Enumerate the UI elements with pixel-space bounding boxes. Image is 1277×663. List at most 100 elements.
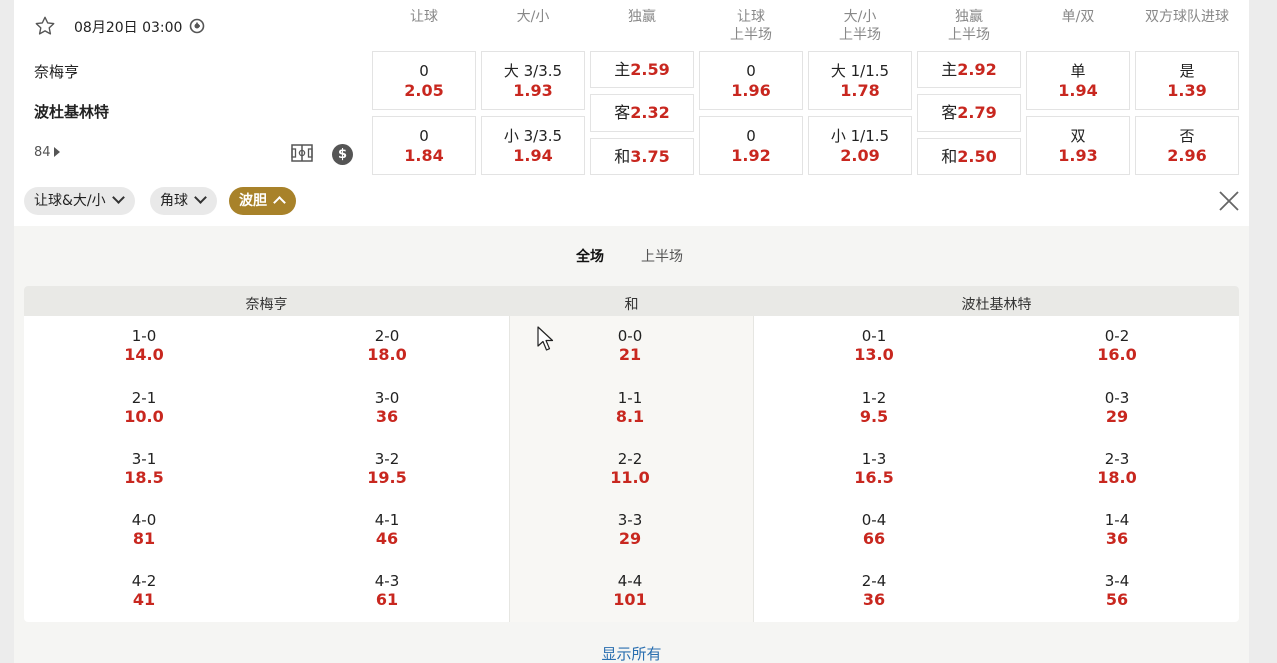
odds-line: 大 1/1.5	[830, 62, 890, 80]
odds-label: 否	[1179, 127, 1195, 145]
score-cell-home[interactable]: 3-1 18.5	[84, 450, 204, 488]
score-cell-away[interactable]: 0-1 13.0	[814, 327, 934, 365]
score-cell-home[interactable]: 4-1 46	[327, 511, 447, 549]
odds-cell-even[interactable]: 双 1.93	[1026, 116, 1130, 175]
odds-cell-win-1h-home[interactable]: 主2.92	[917, 51, 1021, 88]
match-header: 08月20日 03:00 奈梅亨 波杜基林特 84 $ 让球 大/小 独赢 让球…	[14, 0, 1249, 226]
odds-cell-win-draw[interactable]: 和3.75	[590, 138, 694, 175]
odds-value: 2.79	[957, 103, 997, 122]
score-odds: 81	[132, 529, 156, 548]
odds-cell-handicap-1h-home[interactable]: 0 1.96	[699, 51, 803, 110]
market-header-handicap-1h: 让球 上半场	[699, 8, 803, 44]
score-cell-draw[interactable]: 1-1 8.1	[570, 389, 690, 427]
odds-line: 大 3/3.5	[503, 62, 563, 80]
odds-cell-under[interactable]: 小 3/3.5 1.94	[481, 116, 585, 175]
score-label: 3-1	[131, 450, 157, 468]
match-card: 08月20日 03:00 奈梅亨 波杜基林特 84 $ 让球 大/小 独赢 让球…	[14, 0, 1249, 663]
score-odds: 16.5	[854, 468, 894, 487]
odds-cell-handicap-home[interactable]: 0 2.05	[372, 51, 476, 110]
match-datetime: 08月20日 03:00	[74, 20, 183, 36]
score-label: 3-2	[374, 450, 400, 468]
score-odds: 36	[375, 407, 399, 426]
chevron-down-icon	[194, 191, 207, 204]
tab-full-time[interactable]: 全场	[576, 246, 604, 266]
market-header-over-under-1h: 大/小 上半场	[808, 8, 912, 44]
odds-line: 0	[419, 127, 429, 145]
score-cell-home[interactable]: 3-0 36	[327, 389, 447, 427]
close-icon[interactable]	[1218, 190, 1240, 212]
score-label: 2-0	[374, 327, 400, 345]
odds-cell-win-away[interactable]: 客2.32	[590, 94, 694, 132]
show-all-link[interactable]: 显示所有	[14, 643, 1249, 663]
odds-line: 0	[419, 62, 429, 80]
score-cell-home[interactable]: 4-3 61	[327, 572, 447, 610]
score-label: 4-4	[617, 572, 643, 590]
score-cell-draw[interactable]: 4-4 101	[570, 572, 690, 610]
score-odds: 10.0	[124, 407, 164, 426]
score-cell-home[interactable]: 3-2 19.5	[327, 450, 447, 488]
score-cell-home[interactable]: 2-0 18.0	[327, 327, 447, 365]
header-label: 单/双	[1061, 9, 1095, 25]
score-cell-away[interactable]: 0-3 29	[1057, 389, 1177, 427]
score-cell-away[interactable]: 1-2 9.5	[814, 389, 934, 427]
filter-correct-score[interactable]: 波胆	[229, 187, 296, 215]
score-cell-away[interactable]: 1-4 36	[1057, 511, 1177, 549]
score-odds: 13.0	[854, 345, 894, 364]
odds-cell-over[interactable]: 大 3/3.5 1.93	[481, 51, 585, 110]
odds-cell-win-1h-draw[interactable]: 和2.50	[917, 138, 1021, 175]
pitch-icon[interactable]	[291, 144, 313, 162]
score-label: 4-1	[374, 511, 400, 529]
odds-value: 2.09	[840, 146, 880, 165]
score-label: 4-0	[131, 511, 157, 529]
score-cell-away[interactable]: 3-4 56	[1057, 572, 1177, 610]
match-minute[interactable]: 84	[34, 145, 60, 160]
score-label: 2-3	[1104, 450, 1130, 468]
market-header-over-under: 大/小	[481, 8, 585, 26]
score-label: 0-0	[617, 327, 643, 345]
odds-cell-odd[interactable]: 单 1.94	[1026, 51, 1130, 110]
score-cell-draw[interactable]: 0-0 21	[570, 327, 690, 365]
odds-label: 和	[614, 147, 631, 166]
odds-line: 小 1/1.5	[830, 127, 890, 145]
score-label: 1-1	[617, 389, 643, 407]
odds-cell-handicap-away[interactable]: 0 1.84	[372, 116, 476, 175]
odds-line: 0	[746, 62, 756, 80]
odds-cell-over-1h[interactable]: 大 1/1.5 1.78	[808, 51, 912, 110]
odds-line: 小 3/3.5	[503, 127, 563, 145]
odds-cell-win-home[interactable]: 主2.59	[590, 51, 694, 88]
dollar-icon[interactable]: $	[332, 144, 353, 165]
odds-cell-btts-no[interactable]: 否 2.96	[1135, 116, 1239, 175]
score-cell-home[interactable]: 2-1 10.0	[84, 389, 204, 427]
score-label: 3-3	[617, 511, 643, 529]
odds-value: 1.92	[731, 146, 771, 165]
odds-label: 客	[941, 103, 958, 122]
odds-cell-win-1h-away[interactable]: 客2.79	[917, 94, 1021, 132]
score-cell-draw[interactable]: 3-3 29	[570, 511, 690, 549]
odds-cell-btts-yes[interactable]: 是 1.39	[1135, 51, 1239, 110]
odds-cell-under-1h[interactable]: 小 1/1.5 2.09	[808, 116, 912, 175]
score-odds: 18.0	[367, 345, 407, 364]
odds-cell-handicap-1h-away[interactable]: 0 1.92	[699, 116, 803, 175]
score-cell-away[interactable]: 1-3 16.5	[814, 450, 934, 488]
score-cell-home[interactable]: 4-0 81	[84, 511, 204, 549]
tab-first-half[interactable]: 上半场	[641, 246, 683, 266]
score-cell-away[interactable]: 0-4 66	[814, 511, 934, 549]
odds-value: 1.39	[1167, 81, 1207, 100]
chevron-down-icon	[111, 191, 125, 204]
header-label: 独赢	[955, 9, 983, 25]
filter-handicap-over-under[interactable]: 让球&大/小	[24, 187, 135, 215]
score-cell-away[interactable]: 0-2 16.0	[1057, 327, 1177, 365]
filter-corners[interactable]: 角球	[150, 187, 217, 215]
score-label: 1-3	[861, 450, 887, 468]
header-sublabel: 上半场	[730, 27, 772, 43]
score-cell-away[interactable]: 2-4 36	[814, 572, 934, 610]
clock-icon	[189, 18, 205, 34]
score-cell-away[interactable]: 2-3 18.0	[1057, 450, 1177, 488]
market-header-win-1h: 独赢 上半场	[917, 8, 1021, 44]
score-cell-home[interactable]: 1-0 14.0	[84, 327, 204, 365]
score-cell-draw[interactable]: 2-2 11.0	[570, 450, 690, 488]
score-label: 2-1	[131, 389, 157, 407]
star-icon[interactable]	[34, 15, 56, 37]
score-cell-home[interactable]: 4-2 41	[84, 572, 204, 610]
score-odds: 19.5	[367, 468, 407, 487]
